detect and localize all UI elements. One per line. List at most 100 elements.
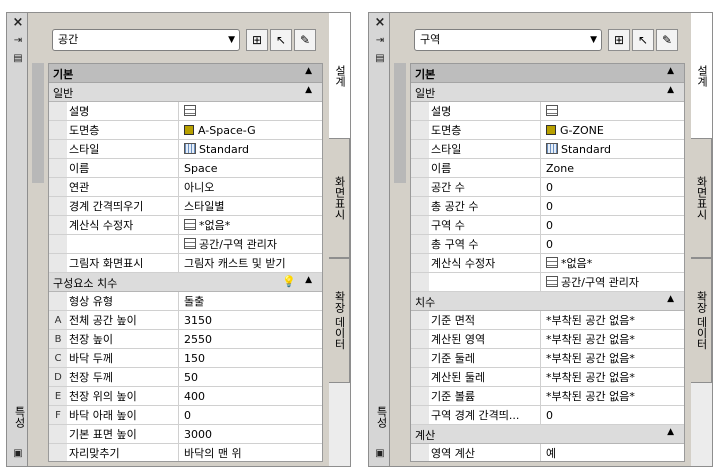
property-value-cell[interactable]: *부착된 공간 없음* bbox=[542, 311, 684, 330]
collapse-caret-icon[interactable]: ▲ bbox=[667, 294, 674, 304]
property-value-cell[interactable]: Standard bbox=[180, 140, 322, 159]
property-row[interactable]: 기준 볼륨 *부착된 공간 없음* bbox=[411, 387, 684, 406]
property-row[interactable]: 총 구역 수 0 bbox=[411, 235, 684, 254]
property-value-cell[interactable] bbox=[180, 102, 322, 121]
category-header[interactable]: 치수 ▲ bbox=[411, 292, 684, 311]
property-value-cell[interactable]: *부착된 공간 없음* bbox=[542, 349, 684, 368]
collapse-caret-icon[interactable]: ▲ bbox=[305, 66, 312, 76]
property-value-cell[interactable]: 0 bbox=[180, 406, 322, 425]
tab-display[interactable]: 화면표시 bbox=[329, 138, 350, 258]
category-header[interactable]: 일반 ▲ bbox=[49, 83, 322, 102]
property-value-cell[interactable]: 50 bbox=[180, 368, 322, 387]
property-row[interactable]: 스타일 Standard bbox=[49, 140, 322, 159]
property-value-cell[interactable]: 400 bbox=[180, 387, 322, 406]
property-row[interactable]: 총 공간 수 0 bbox=[411, 197, 684, 216]
palette-title-strip[interactable]: × ⇥ ▤ 특성 ▣ bbox=[6, 12, 28, 467]
close-icon[interactable]: × bbox=[373, 16, 387, 29]
property-value-cell[interactable]: G-ZONE bbox=[542, 121, 684, 140]
toggle-pickadd-icon[interactable]: ✎ bbox=[294, 29, 316, 51]
property-value-cell[interactable]: Zone bbox=[542, 159, 684, 178]
worksheet-icon[interactable] bbox=[184, 105, 196, 116]
property-row[interactable]: 기준 면적 *부착된 공간 없음* bbox=[411, 311, 684, 330]
property-row[interactable]: E 천장 위의 높이 400 bbox=[49, 387, 322, 406]
property-value-cell[interactable]: 돌출 bbox=[180, 292, 322, 311]
property-value-cell[interactable]: 2550 bbox=[180, 330, 322, 349]
property-value-cell[interactable]: 스타일별 bbox=[180, 197, 322, 216]
property-value-cell[interactable]: 0 bbox=[542, 178, 684, 197]
tab-extended-data[interactable]: 확장 데이터 bbox=[329, 258, 350, 383]
property-value-cell[interactable]: *부착된 공간 없음* bbox=[542, 368, 684, 387]
collapse-caret-icon[interactable]: ▲ bbox=[305, 275, 312, 285]
collapse-caret-icon[interactable]: ▲ bbox=[667, 85, 674, 95]
tab-design[interactable]: 설계 bbox=[329, 13, 350, 138]
property-row[interactable]: 경계 간격띄우기 스타일별 bbox=[49, 197, 322, 216]
property-row[interactable]: 도면층 A-Space-G bbox=[49, 121, 322, 140]
property-row[interactable]: 이름 Zone bbox=[411, 159, 684, 178]
property-row[interactable]: 이름 Space bbox=[49, 159, 322, 178]
property-value-cell[interactable]: 150 bbox=[180, 349, 322, 368]
quick-select-icon[interactable]: ↖ bbox=[270, 29, 292, 51]
auto-hide-icon[interactable]: ⇥ bbox=[373, 35, 387, 47]
property-row[interactable]: D 천장 두께 50 bbox=[49, 368, 322, 387]
property-value-cell[interactable]: 0 bbox=[542, 216, 684, 235]
property-value-cell[interactable]: A-Space-G bbox=[180, 121, 322, 140]
property-value-cell[interactable]: 3000 bbox=[180, 425, 322, 444]
select-objects-icon[interactable]: ⊞ bbox=[608, 29, 630, 51]
property-row[interactable]: 기본 표면 높이 3000 bbox=[49, 425, 322, 444]
category-header[interactable]: 기본 ▲ bbox=[49, 64, 322, 83]
property-row[interactable]: C 바닥 두께 150 bbox=[49, 349, 322, 368]
collapse-caret-icon[interactable]: ▲ bbox=[305, 85, 312, 95]
property-value-cell[interactable]: *부착된 공간 없음* bbox=[542, 387, 684, 406]
property-value-cell[interactable]: 공간/구역 관리자 bbox=[542, 273, 684, 292]
worksheet-icon[interactable] bbox=[184, 238, 196, 249]
properties-icon[interactable]: ▣ bbox=[11, 448, 25, 460]
worksheet-icon[interactable] bbox=[184, 219, 196, 230]
property-value-cell[interactable]: 0 bbox=[542, 197, 684, 216]
worksheet-icon[interactable] bbox=[546, 257, 558, 268]
property-row[interactable]: 공간/구역 관리자 bbox=[411, 273, 684, 292]
toggle-pickadd-icon[interactable]: ✎ bbox=[656, 29, 678, 51]
worksheet-icon[interactable] bbox=[546, 276, 558, 287]
palette-menu-icon[interactable]: ▤ bbox=[11, 53, 25, 65]
collapse-caret-icon[interactable]: ▲ bbox=[667, 66, 674, 76]
category-header[interactable]: 계산 ▲ bbox=[411, 425, 684, 444]
select-objects-icon[interactable]: ⊞ bbox=[246, 29, 268, 51]
collapse-caret-icon[interactable]: ▲ bbox=[667, 427, 674, 437]
object-type-select[interactable]: 공간 ▼ bbox=[52, 29, 240, 51]
property-value-cell[interactable]: 공간/구역 관리자 bbox=[180, 235, 322, 254]
category-header[interactable]: 기본 ▲ bbox=[411, 64, 684, 83]
property-row[interactable]: 연관 아니오 bbox=[49, 178, 322, 197]
property-row[interactable]: 설명 bbox=[411, 102, 684, 121]
property-row[interactable]: F 바닥 아래 높이 0 bbox=[49, 406, 322, 425]
property-value-cell[interactable]: Space bbox=[180, 159, 322, 178]
property-value-cell[interactable]: 3150 bbox=[180, 311, 322, 330]
tab-display[interactable]: 화면표시 bbox=[691, 138, 712, 258]
property-row[interactable]: 계산식 수정자 *없음* bbox=[411, 254, 684, 273]
property-row[interactable]: 계산식 수정자 *없음* bbox=[49, 216, 322, 235]
close-icon[interactable]: × bbox=[11, 16, 25, 29]
palette-title-strip[interactable]: × ⇥ ▤ 특성 ▣ bbox=[368, 12, 390, 467]
property-row[interactable]: 계산된 영역 *부착된 공간 없음* bbox=[411, 330, 684, 349]
property-value-cell[interactable]: *없음* bbox=[542, 254, 684, 273]
palette-scrollbar[interactable] bbox=[394, 63, 406, 183]
property-row[interactable]: 스타일 Standard bbox=[411, 140, 684, 159]
tab-design[interactable]: 설계 bbox=[691, 13, 712, 138]
property-row[interactable]: A 전체 공간 높이 3150 bbox=[49, 311, 322, 330]
auto-hide-icon[interactable]: ⇥ bbox=[11, 35, 25, 47]
property-row[interactable]: 형상 유형 돌출 bbox=[49, 292, 322, 311]
property-row[interactable]: 계산된 둘레 *부착된 공간 없음* bbox=[411, 368, 684, 387]
property-row[interactable]: 기준 둘레 *부착된 공간 없음* bbox=[411, 349, 684, 368]
palette-scrollbar[interactable] bbox=[32, 63, 44, 183]
chevron-down-icon[interactable]: ▼ bbox=[590, 30, 597, 50]
property-value-cell[interactable]: 0 bbox=[542, 235, 684, 254]
properties-icon[interactable]: ▣ bbox=[373, 448, 387, 460]
object-type-select[interactable]: 구역 ▼ bbox=[414, 29, 602, 51]
property-value-cell[interactable] bbox=[542, 102, 684, 121]
property-value-cell[interactable]: *부착된 공간 없음* bbox=[542, 330, 684, 349]
property-row[interactable]: 공간/구역 관리자 bbox=[49, 235, 322, 254]
property-value-cell[interactable]: 예 bbox=[542, 444, 684, 461]
property-row[interactable]: 공간 수 0 bbox=[411, 178, 684, 197]
chevron-down-icon[interactable]: ▼ bbox=[228, 30, 235, 50]
property-value-cell[interactable]: 아니오 bbox=[180, 178, 322, 197]
property-row[interactable]: 그림자 화면표시 그림자 캐스트 및 받기 bbox=[49, 254, 322, 273]
